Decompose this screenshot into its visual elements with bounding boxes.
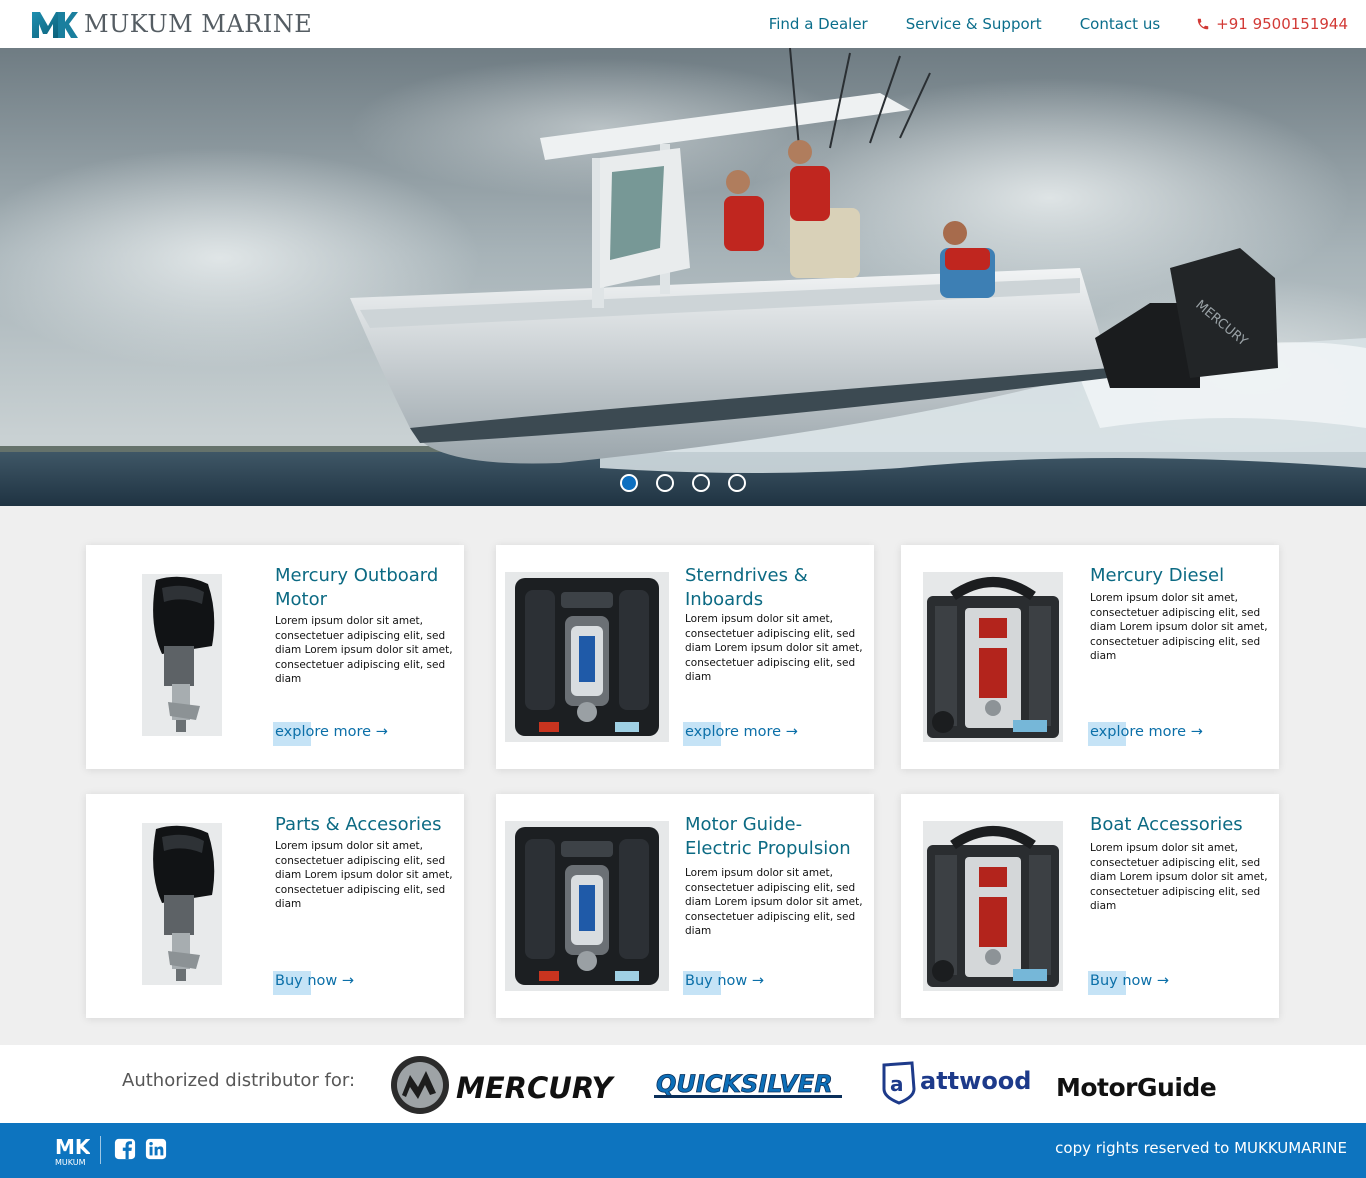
hero-slider: MERCURY — [0, 48, 1366, 506]
site-header: MUKUM MARINE Find a Dealer Service & Sup… — [0, 0, 1366, 48]
card-title[interactable]: Parts & Accesories — [275, 813, 455, 837]
buy-now-link[interactable]: Buy now → — [1088, 971, 1169, 995]
svg-text:attwood: attwood — [920, 1067, 1031, 1095]
v8-engine-image — [505, 821, 669, 991]
product-card[interactable]: Motor Guide- Electric Propulsion Lorem i… — [496, 794, 874, 1018]
linkedin-icon[interactable] — [145, 1138, 167, 1160]
explore-more-link[interactable]: explore more → — [1088, 722, 1203, 746]
card-description: Lorem ipsum dolor sit amet, consectetuer… — [685, 867, 863, 938]
phone-link[interactable]: +91 9500151944 — [1196, 15, 1348, 33]
svg-text:MUKUM: MUKUM — [55, 1158, 86, 1167]
site-footer: MK MUKUM copy rights reserved to MUKKUMA… — [0, 1123, 1366, 1178]
mercury-logo[interactable]: MERCURY — [388, 1055, 628, 1115]
phone-number: +91 9500151944 — [1216, 15, 1348, 33]
card-description: Lorem ipsum dolor sit amet, consectetuer… — [275, 615, 453, 686]
diesel-engine-image — [923, 572, 1063, 742]
diesel-engine-image — [923, 821, 1063, 991]
copyright-text: copy rights reserved to MUKKUMARINE — [1055, 1139, 1347, 1157]
footer-divider — [100, 1136, 101, 1164]
hero-boat-image: MERCURY — [0, 48, 1366, 506]
slider-dot-2[interactable] — [656, 474, 674, 492]
facebook-icon[interactable] — [114, 1138, 136, 1160]
explore-more-link[interactable]: explore more → — [683, 722, 798, 746]
card-title[interactable]: Sterndrives & Inboards — [685, 564, 865, 612]
product-card[interactable]: Mercury Diesel Lorem ipsum dolor sit ame… — [901, 545, 1279, 769]
explore-more-link[interactable]: explore more → — [273, 722, 388, 746]
motorguide-logo[interactable]: MotorGuide — [1056, 1067, 1242, 1107]
slider-dot-3[interactable] — [692, 474, 710, 492]
card-title[interactable]: Mercury Outboard Motor — [275, 564, 455, 612]
nav-service-support[interactable]: Service & Support — [906, 15, 1042, 33]
card-description: Lorem ipsum dolor sit amet, consectetuer… — [685, 613, 863, 684]
motorguide-logo-icon: MotorGuide — [1056, 1073, 1217, 1102]
card-description: Lorem ipsum dolor sit amet, consectetuer… — [275, 840, 453, 911]
distributor-band: Authorized distributor for: MERCURY QUIC… — [0, 1045, 1366, 1123]
product-card[interactable]: Parts & Accesories Lorem ipsum dolor sit… — [86, 794, 464, 1018]
outboard-motor-image — [142, 823, 222, 985]
phone-icon — [1197, 18, 1209, 30]
product-card[interactable]: Sterndrives & Inboards Lorem ipsum dolor… — [496, 545, 874, 769]
v8-engine-image — [505, 572, 669, 742]
attwood-logo[interactable]: a attwood — [882, 1061, 1034, 1105]
nav-contact-us[interactable]: Contact us — [1080, 15, 1160, 33]
card-description: Lorem ipsum dolor sit amet, consectetuer… — [1090, 592, 1268, 663]
card-description: Lorem ipsum dolor sit amet, consectetuer… — [1090, 842, 1268, 913]
product-card[interactable]: Mercury Outboard Motor Lorem ipsum dolor… — [86, 545, 464, 769]
slider-dot-4[interactable] — [728, 474, 746, 492]
buy-now-link[interactable]: Buy now → — [683, 971, 764, 995]
quicksilver-logo[interactable]: QUICKSILVER — [654, 1065, 850, 1105]
svg-text:MK: MK — [55, 1135, 90, 1159]
quicksilver-logo-icon: QUICKSILVER — [654, 1070, 842, 1098]
slider-dot-1[interactable] — [620, 474, 638, 492]
svg-text:MERCURY: MERCURY — [456, 1071, 615, 1105]
footer-logo[interactable]: MK MUKUM — [54, 1132, 92, 1172]
mercury-logo-icon: MERCURY — [391, 1056, 615, 1114]
distributor-label: Authorized distributor for: — [122, 1070, 356, 1091]
svg-text:a: a — [890, 1072, 904, 1096]
product-card[interactable]: Boat Accessories Lorem ipsum dolor sit a… — [901, 794, 1279, 1018]
svg-text:QUICKSILVER: QUICKSILVER — [656, 1070, 833, 1098]
attwood-logo-icon: a attwood — [882, 1061, 1031, 1105]
card-title[interactable]: Mercury Diesel — [1090, 564, 1270, 588]
site-logo[interactable]: MUKUM MARINE — [30, 8, 312, 40]
nav-find-dealer[interactable]: Find a Dealer — [769, 15, 868, 33]
outboard-motor-image — [142, 574, 222, 736]
brand-name: MUKUM MARINE — [84, 10, 313, 38]
slider-dots — [0, 474, 1366, 492]
card-title[interactable]: Motor Guide- Electric Propulsion — [685, 813, 865, 861]
buy-now-link[interactable]: Buy now → — [273, 971, 354, 995]
card-title[interactable]: Boat Accessories — [1090, 813, 1270, 837]
footer-mk-logo-icon: MK MUKUM — [55, 1135, 92, 1167]
top-nav: Find a Dealer Service & Support Contact … — [731, 0, 1348, 48]
mk-logo-icon — [32, 12, 78, 38]
svg-text:MotorGuide: MotorGuide — [1056, 1073, 1216, 1102]
